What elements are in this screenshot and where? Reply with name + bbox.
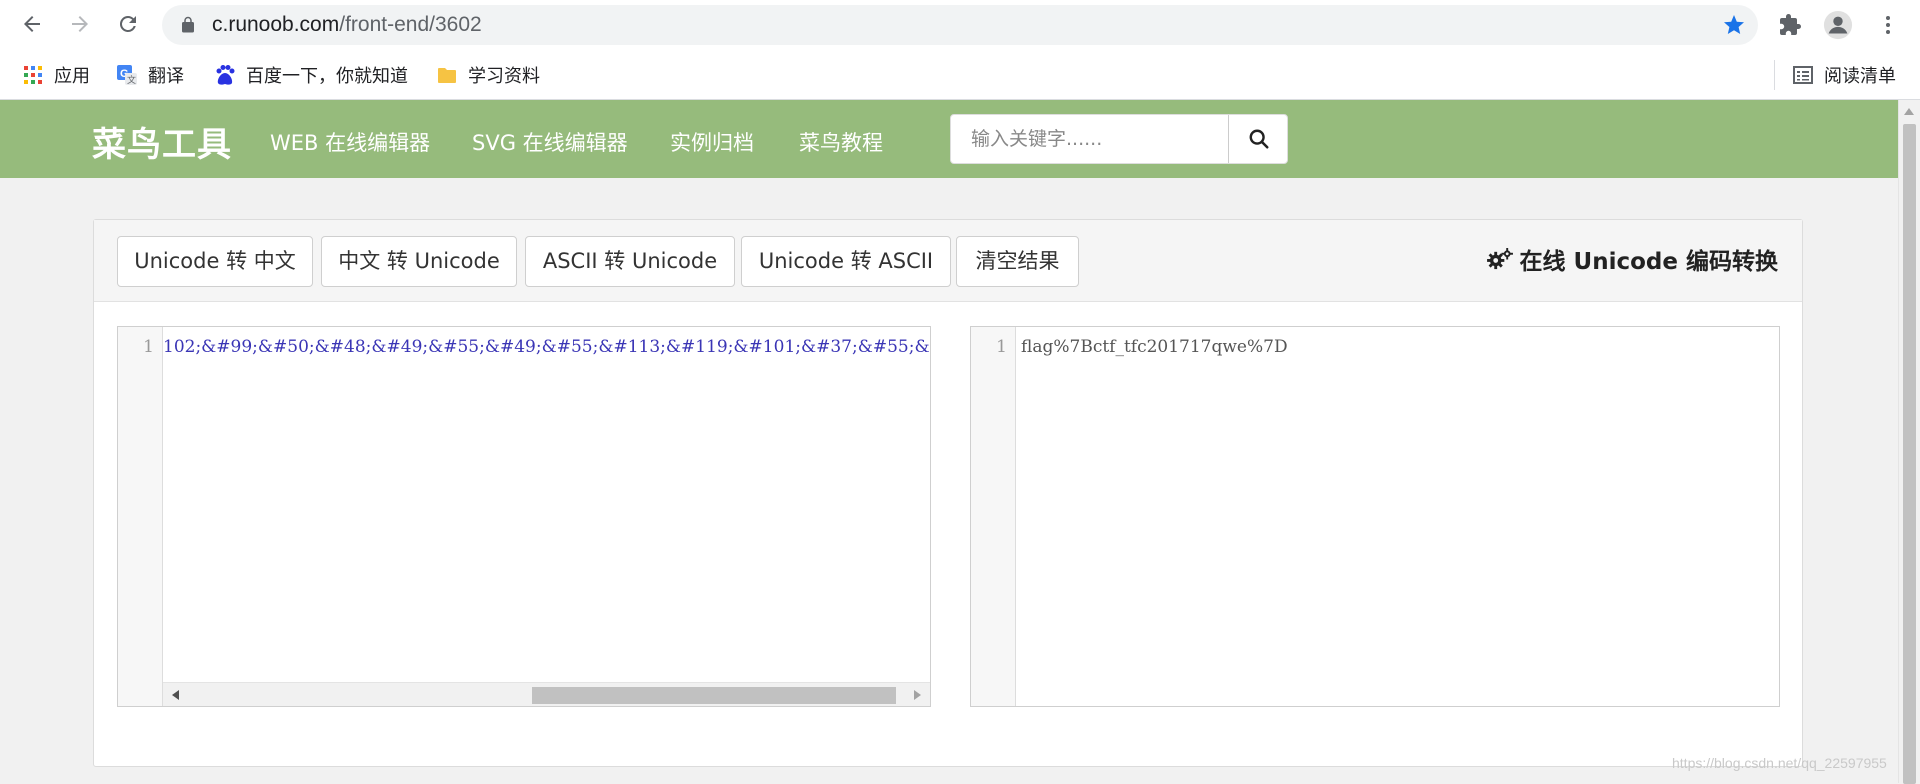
ascii-to-unicode-button[interactable]: ASCII 转 Unicode: [525, 236, 735, 287]
url-text: c.runoob.com/front-end/3602: [212, 5, 482, 45]
line-gutter: 1: [971, 327, 1016, 706]
scroll-left-arrow-icon[interactable]: [172, 690, 179, 700]
svg-text:文: 文: [127, 74, 136, 86]
baidu-paw-icon: [214, 64, 236, 86]
bookmark-label: 学习资料: [468, 66, 540, 86]
nav-examples[interactable]: 实例归档: [670, 127, 754, 157]
browser-toolbar: c.runoob.com/front-end/3602: [0, 0, 1920, 50]
reload-button[interactable]: [112, 8, 144, 40]
clear-result-button[interactable]: 清空结果: [956, 236, 1079, 287]
search-icon: [1249, 129, 1269, 149]
folder-icon: [436, 64, 458, 86]
nav-tutorial[interactable]: 菜鸟教程: [799, 127, 883, 157]
gears-icon: [1486, 247, 1513, 269]
unicode-to-ascii-button[interactable]: Unicode 转 ASCII: [741, 236, 951, 287]
scroll-up-arrow-icon[interactable]: [1904, 108, 1914, 115]
watermark: https://blog.csdn.net/qq_22597955: [1672, 755, 1887, 771]
bookmark-label: 百度一下，你就知道: [246, 66, 408, 86]
unicode-converter-panel: Unicode 转 中文 中文 转 Unicode ASCII 转 Unicod…: [93, 219, 1803, 767]
reading-list-label: 阅读清单: [1824, 66, 1896, 86]
bookmark-study-folder[interactable]: 学习资料: [436, 62, 540, 88]
bookmark-star-icon[interactable]: [1722, 13, 1746, 37]
reload-icon: [119, 15, 136, 32]
bookmark-translate[interactable]: G文 翻译: [116, 62, 184, 88]
reading-list-icon: [1792, 64, 1814, 86]
extensions-button[interactable]: [1774, 9, 1806, 41]
input-code-line[interactable]: 102;&#99;&#50;&#48;&#49;&#55;&#49;&#55;&…: [163, 337, 930, 357]
nav-svg-editor[interactable]: SVG 在线编辑器: [472, 127, 628, 157]
line-number: 1: [143, 337, 154, 357]
panel-title-text: 在线 Unicode 编码转换: [1519, 249, 1778, 275]
site-header: 菜鸟工具 WEB 在线编辑器 SVG 在线编辑器 实例归档 菜鸟教程: [0, 100, 1898, 178]
horizontal-scrollbar[interactable]: [163, 682, 930, 706]
line-gutter: 1: [118, 327, 163, 706]
output-code-line[interactable]: flag%7Bctf_tfc201717qwe%7D: [1021, 337, 1288, 357]
bookmark-label: 翻译: [148, 66, 184, 86]
input-editor[interactable]: 1 102;&#99;&#50;&#48;&#49;&#55;&#49;&#55…: [117, 326, 931, 707]
scroll-right-arrow-icon[interactable]: [914, 690, 921, 700]
profile-button[interactable]: [1822, 9, 1854, 41]
search-button[interactable]: [1228, 115, 1288, 163]
page-scrollbar-thumb[interactable]: [1903, 124, 1916, 784]
address-bar[interactable]: c.runoob.com/front-end/3602: [162, 5, 1758, 45]
forward-button[interactable]: [64, 8, 96, 40]
bookmarks-bar: 应用 G文 翻译 百度一下，你就知道 学习资料 阅读清单: [0, 50, 1920, 100]
output-editor[interactable]: 1 flag%7Bctf_tfc201717qwe%7D: [970, 326, 1780, 707]
chinese-to-unicode-button[interactable]: 中文 转 Unicode: [321, 236, 517, 287]
page-viewport: 菜鸟工具 WEB 在线编辑器 SVG 在线编辑器 实例归档 菜鸟教程 Unico…: [0, 100, 1898, 783]
site-search: [950, 114, 1288, 164]
line-number: 1: [996, 337, 1007, 357]
arrow-left-icon: [24, 16, 40, 32]
url-host: c.runoob.com: [212, 13, 340, 36]
avatar-icon: [1823, 10, 1853, 40]
unicode-to-chinese-button[interactable]: Unicode 转 中文: [117, 236, 313, 287]
apps-grid-icon: [22, 64, 44, 86]
menu-button[interactable]: [1872, 9, 1904, 41]
url-path: /front-end/3602: [339, 13, 482, 36]
page-scrollbar[interactable]: [1898, 100, 1920, 784]
reading-list-button[interactable]: 阅读清单: [1792, 62, 1896, 88]
back-button[interactable]: [16, 8, 48, 40]
nav-web-editor[interactable]: WEB 在线编辑器: [270, 127, 430, 157]
scrollbar-thumb[interactable]: [532, 687, 896, 704]
bookmarks-divider: [1774, 60, 1775, 90]
translate-icon: G文: [116, 64, 138, 86]
kebab-menu-icon: [1886, 16, 1890, 34]
bookmark-baidu[interactable]: 百度一下，你就知道: [214, 62, 408, 88]
search-input[interactable]: [951, 115, 1229, 163]
arrow-right-icon: [72, 16, 88, 32]
lock-icon: [182, 16, 194, 33]
bookmark-label: 应用: [54, 66, 90, 86]
bookmark-apps[interactable]: 应用: [22, 62, 90, 88]
site-logo[interactable]: 菜鸟工具: [92, 117, 232, 166]
puzzle-icon: [1780, 14, 1801, 35]
panel-heading: Unicode 转 中文 中文 转 Unicode ASCII 转 Unicod…: [94, 220, 1802, 302]
panel-title: 在线 Unicode 编码转换: [1486, 242, 1778, 276]
